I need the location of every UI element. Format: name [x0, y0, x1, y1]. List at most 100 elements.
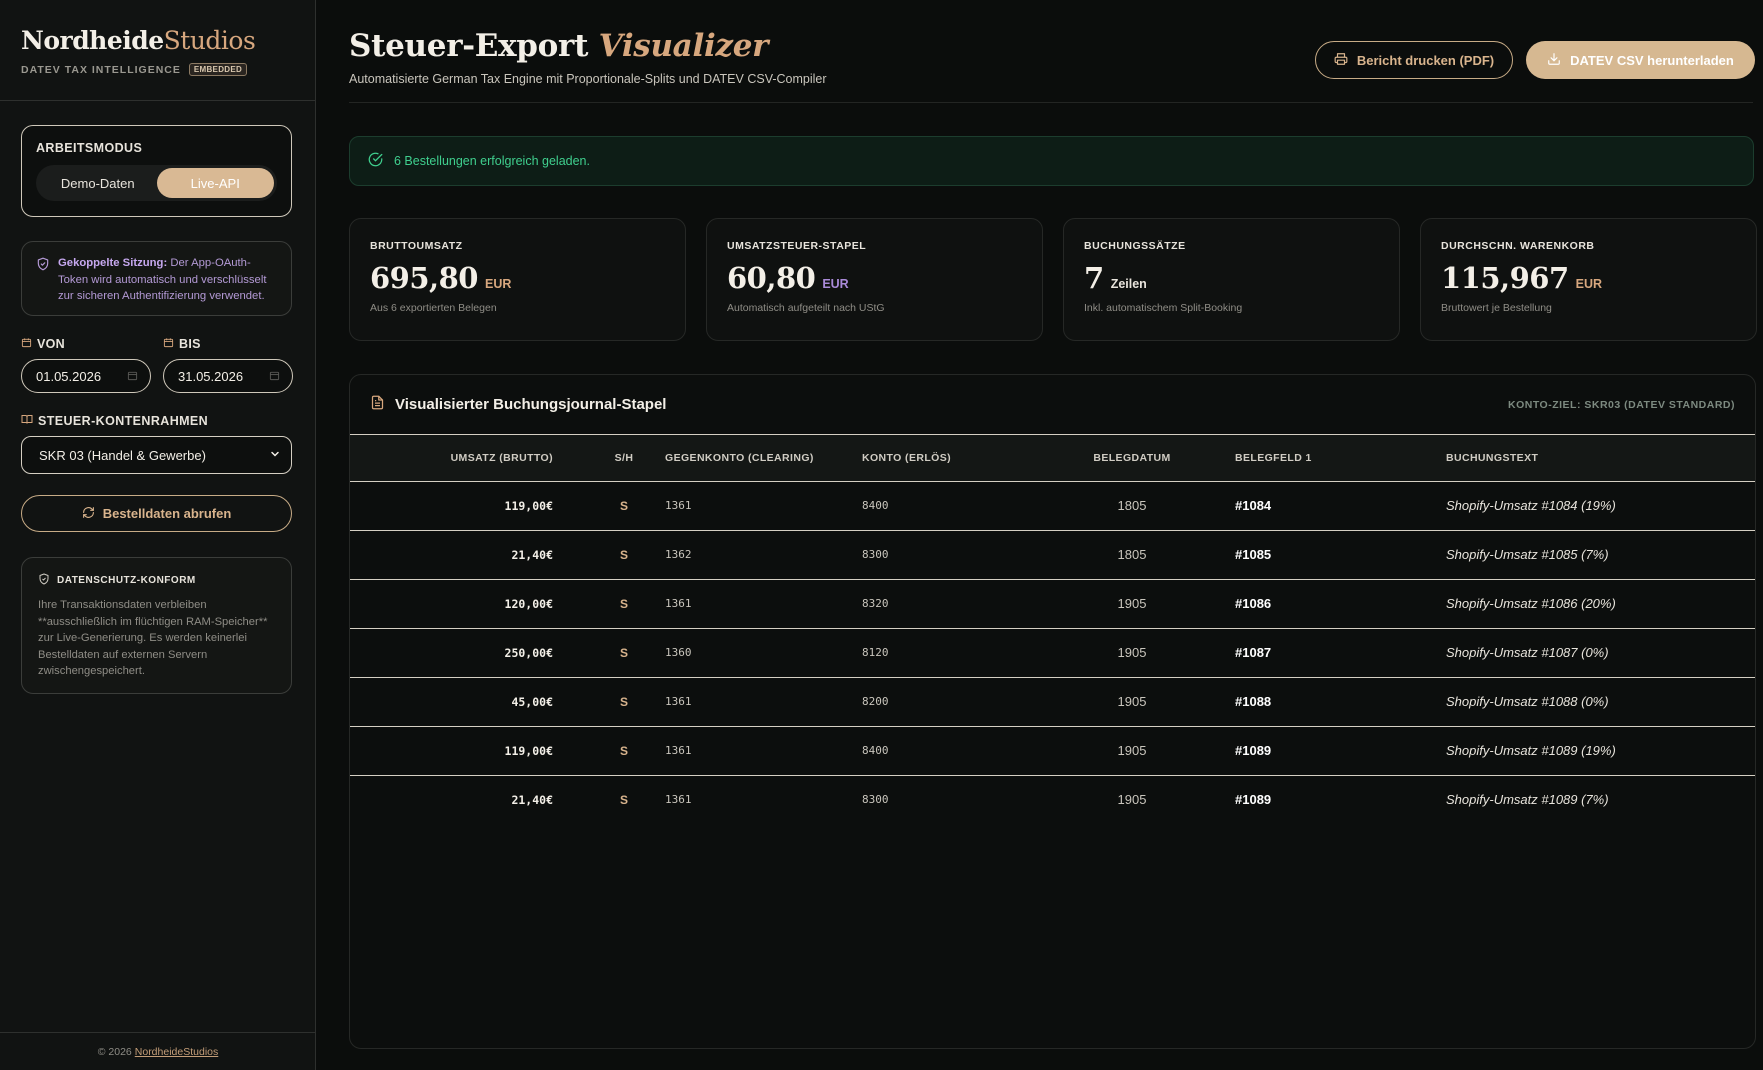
mode-label: ARBEITSMODUS [36, 141, 143, 155]
cell-amount: 45,00€ [511, 694, 553, 709]
journal-header: Visualisierter Buchungsjournal-Stapel KO… [350, 375, 1755, 435]
table-row: 120,00€ S 1361 8320 1905 #1086 Shopify-U… [350, 579, 1755, 628]
session-text: Gekoppelte Sitzung: Der App-OAuth-Token … [58, 255, 279, 315]
kpi-subtext: Inkl. automatischem Split-Booking [1084, 302, 1243, 314]
footer-link[interactable]: NordheideStudios [135, 1046, 218, 1058]
embedded-badge: EMBEDDED [188, 63, 248, 76]
kpi-unit: EUR [822, 277, 849, 291]
cell-amount: 21,40€ [511, 792, 553, 807]
cell-konto: 8300 [862, 548, 889, 561]
kpi-unit: Zeilen [1110, 277, 1147, 291]
privacy-title: DATENSCHUTZ-KONFORM [57, 575, 196, 586]
calendar-icon[interactable] [269, 369, 280, 384]
date-from-input[interactable]: 01.05.2026 [21, 359, 151, 393]
brand-subtitle: DATEV TAX INTELLIGENCE [21, 63, 181, 76]
privacy-header: DATENSCHUTZ-KONFORM [38, 573, 276, 588]
cell-belegfeld: #1089 [1235, 743, 1272, 758]
column-header-amount: UMSATZ (BRUTTO) [450, 451, 553, 464]
cell-konto: 8400 [862, 499, 889, 512]
table-row: 21,40€ S 1361 8300 1905 #1089 Shopify-Um… [350, 775, 1755, 824]
date-labels: VON BIS [21, 337, 292, 351]
kpi-subtext: Aus 6 exportierten Belegen [370, 302, 497, 314]
cell-belegdatum: 1905 [1117, 743, 1147, 758]
cell-buchungstext: Shopify-Umsatz #1088 (0%) [1446, 694, 1609, 709]
kpi-value: 7 [1084, 261, 1104, 295]
table-row: 250,00€ S 1360 8120 1905 #1087 Shopify-U… [350, 628, 1755, 677]
cell-belegdatum: 1905 [1117, 596, 1147, 611]
header-divider [349, 102, 1753, 103]
session-card: Gekoppelte Sitzung: Der App-OAuth-Token … [21, 241, 292, 316]
date-to-value: 31.05.2026 [178, 368, 244, 384]
refresh-icon [82, 506, 95, 522]
cell-sh: S [619, 743, 628, 758]
cell-belegdatum: 1905 [1117, 694, 1147, 709]
cell-gegenkonto: 1361 [665, 597, 692, 610]
from-label: VON [21, 337, 163, 351]
cell-gegenkonto: 1361 [665, 499, 692, 512]
fetch-orders-button[interactable]: Bestelldaten abrufen [21, 495, 292, 532]
konto-label: STEUER-KONTENRAHMEN [21, 413, 208, 428]
calendar-icon[interactable] [127, 369, 138, 384]
main-content: Steuer-Export Visualizer Automatisierte … [317, 0, 1763, 1070]
kpi-card-vat: UMSATZSTEUER-STAPEL 60,80 EUR Automatisc… [706, 218, 1043, 341]
calendar-icon [163, 337, 174, 351]
kpi-value-row: 695,80 EUR [370, 261, 665, 295]
cell-sh: S [619, 694, 628, 709]
mode-option-demo[interactable]: Demo-Daten [39, 168, 157, 198]
cell-sh: S [619, 645, 628, 660]
table-row: 45,00€ S 1361 8200 1905 #1088 Shopify-Um… [350, 677, 1755, 726]
kpi-value: 115,967 [1441, 261, 1569, 295]
brand-name-part2: Studios [163, 26, 256, 55]
journal-title-text: Visualisierter Buchungsjournal-Stapel [395, 396, 667, 413]
cell-buchungstext: Shopify-Umsatz #1085 (7%) [1446, 547, 1609, 562]
print-report-button[interactable]: Bericht drucken (PDF) [1315, 41, 1513, 79]
cell-belegfeld: #1085 [1235, 547, 1272, 562]
print-report-label: Bericht drucken (PDF) [1356, 52, 1495, 68]
table-row: 119,00€ S 1361 8400 1905 #1089 Shopify-U… [350, 726, 1755, 775]
mode-option-live[interactable]: Live-API [156, 168, 274, 198]
column-header-buchungstext: BUCHUNGSTEXT [1446, 451, 1539, 464]
cell-buchungstext: Shopify-Umsatz #1089 (19%) [1446, 743, 1616, 758]
success-alert: 6 Bestellungen erfolgreich geladen. [349, 136, 1754, 186]
brand: NordheideStudios DATEV TAX INTELLIGENCE … [0, 0, 315, 101]
mode-toggle: Demo-Daten Live-API [36, 165, 277, 201]
kpi-value-row: 7 Zeilen [1084, 261, 1379, 295]
kpi-value: 60,80 [727, 261, 816, 295]
success-alert-text: 6 Bestellungen erfolgreich geladen. [394, 154, 590, 168]
column-header-sh: S/H [614, 451, 634, 464]
page-title-main: Steuer-Export [349, 28, 589, 64]
table-header-row: UMSATZ (BRUTTO) S/H GEGENKONTO (CLEARING… [350, 435, 1755, 481]
cell-konto: 8400 [862, 744, 889, 757]
download-csv-button[interactable]: DATEV CSV herunterladen [1526, 41, 1755, 79]
footer-copyright: © 2026 [97, 1045, 132, 1058]
book-icon [21, 413, 33, 428]
cell-belegfeld: #1088 [1235, 694, 1272, 709]
cell-konto: 8300 [862, 793, 889, 807]
brand-name-part1: Nordheide [21, 26, 164, 55]
column-header-konto: KONTO (ERLÖS) [862, 451, 952, 464]
kpi-subtext: Bruttowert je Bestellung [1441, 302, 1552, 314]
cell-konto: 8320 [862, 597, 889, 610]
konto-select[interactable]: SKR 03 (Handel & Gewerbe) [21, 436, 292, 474]
shield-icon [36, 257, 50, 315]
cell-buchungstext: Shopify-Umsatz #1089 (7%) [1446, 792, 1609, 808]
cell-belegdatum: 1905 [1117, 792, 1147, 808]
cell-amount: 119,00€ [504, 498, 553, 513]
download-csv-label: DATEV CSV herunterladen [1570, 52, 1734, 68]
table-row: 21,40€ S 1362 8300 1805 #1085 Shopify-Um… [350, 530, 1755, 579]
kpi-card-entries: BUCHUNGSSÄTZE 7 Zeilen Inkl. automatisch… [1063, 218, 1400, 341]
cell-gegenkonto: 1362 [665, 548, 692, 561]
cell-konto: 8120 [862, 646, 889, 659]
cell-belegdatum: 1805 [1117, 547, 1147, 562]
date-to-input[interactable]: 31.05.2026 [163, 359, 293, 393]
to-label: BIS [163, 337, 201, 351]
cell-gegenkonto: 1361 [665, 744, 692, 757]
cell-sh: S [619, 547, 628, 562]
session-title: Gekoppelte Sitzung: [58, 257, 168, 269]
kpi-card-basket: DURCHSCHN. WARENKORB 115,967 EUR Bruttow… [1420, 218, 1757, 341]
page-title-accent: Visualizer [598, 28, 769, 64]
journal-panel: Visualisierter Buchungsjournal-Stapel KO… [349, 374, 1756, 1049]
page-subtitle: Automatisierte German Tax Engine mit Pro… [349, 72, 827, 86]
cell-gegenkonto: 1361 [665, 695, 692, 708]
cell-amount: 21,40€ [511, 547, 553, 562]
